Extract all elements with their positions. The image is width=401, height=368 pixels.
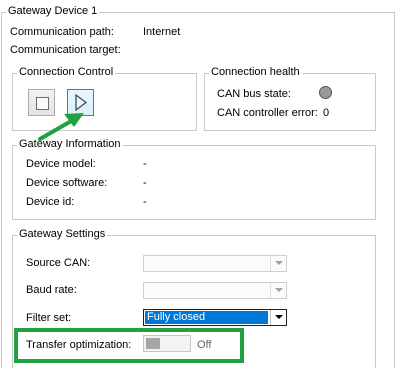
start-button[interactable] <box>67 89 94 116</box>
baud-rate-label: Baud rate: <box>26 284 77 296</box>
device-id-value: - <box>143 196 147 208</box>
transfer-optimization-state: Off <box>197 339 212 351</box>
chevron-down-icon <box>270 310 286 325</box>
communication-path-label: Communication path: <box>10 26 114 38</box>
device-id-label: Device id: <box>26 196 75 208</box>
stop-square-icon <box>36 97 49 110</box>
filter-set-select[interactable]: Fully closed <box>143 309 287 326</box>
source-can-select[interactable] <box>143 255 287 272</box>
play-triangle-icon <box>75 93 88 112</box>
transfer-optimization-label: Transfer optimization: <box>26 339 132 351</box>
device-software-value: - <box>143 177 147 189</box>
connection-control-title: Connection Control <box>17 66 116 78</box>
communication-target-label: Communication target: <box>10 44 121 56</box>
communication-path-value: Internet <box>143 26 181 38</box>
filter-set-label: Filter set: <box>26 312 72 324</box>
can-bus-status-indicator <box>319 86 332 99</box>
filter-set-value: Fully closed <box>145 311 268 324</box>
device-model-value: - <box>143 158 147 170</box>
stop-button[interactable] <box>28 89 55 116</box>
chevron-down-icon <box>270 256 286 271</box>
chevron-down-icon <box>270 283 286 298</box>
connection-health-title: Connection health <box>209 66 302 78</box>
gateway-information-title: Gateway Information <box>17 138 123 150</box>
baud-rate-select[interactable] <box>143 282 287 299</box>
gateway-device-title: Gateway Device 1 <box>6 5 100 17</box>
can-bus-state-label: CAN bus state: <box>217 88 291 100</box>
connection-health-group: Connection health <box>204 66 376 131</box>
can-controller-error-label: CAN controller error: <box>217 107 318 119</box>
can-controller-error-value: 0 <box>323 107 330 119</box>
gateway-settings-title: Gateway Settings <box>17 228 108 240</box>
device-model-label: Device model: <box>26 158 96 170</box>
device-software-label: Device software: <box>26 177 108 189</box>
source-can-label: Source CAN: <box>26 257 91 269</box>
transfer-optimization-toggle[interactable] <box>143 335 191 352</box>
toggle-thumb <box>146 338 160 349</box>
